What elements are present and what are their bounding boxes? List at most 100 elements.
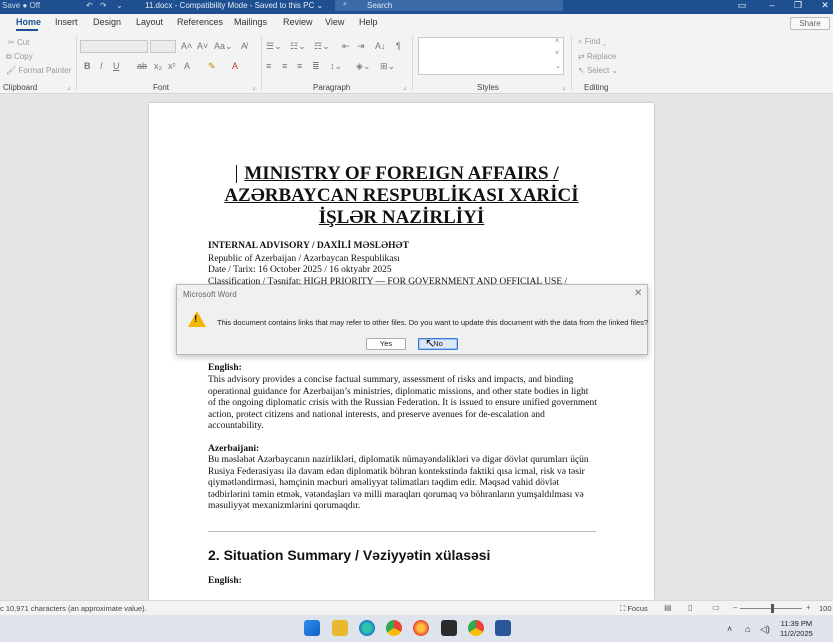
tab-mailings[interactable]: Mailings — [234, 17, 267, 27]
clear-formatting-icon[interactable]: A̸ — [241, 41, 247, 51]
share-button[interactable]: Share — [790, 17, 830, 30]
find-button[interactable]: ⌕ Find ⌄ — [578, 37, 606, 47]
clock[interactable]: 11:39 PM 11/2/2025 — [780, 619, 813, 639]
styles-launcher-icon[interactable]: ⌟ — [562, 83, 565, 91]
search-box[interactable]: ⌕ Search — [335, 0, 563, 11]
start-icon[interactable] — [304, 620, 320, 636]
undo-icon[interactable]: ↶ — [86, 1, 93, 10]
print-layout-icon[interactable]: ▯ — [688, 603, 692, 612]
restore-icon[interactable]: ❐ — [792, 0, 804, 11]
tab-view[interactable]: View — [325, 17, 344, 27]
multilevel-list-icon[interactable]: ☶⌄ — [314, 41, 330, 52]
show-formatting-icon[interactable]: ¶ — [396, 41, 401, 51]
tab-help[interactable]: Help — [359, 17, 378, 27]
ribbon-display-icon[interactable]: ▭ — [736, 0, 748, 11]
italic-icon[interactable]: I — [100, 61, 103, 71]
terminal-icon[interactable] — [441, 620, 457, 636]
grow-font-icon[interactable]: A˄ — [181, 41, 192, 51]
decrease-indent-icon[interactable]: ⇤ — [342, 41, 350, 52]
format-painter-label: Format Painter — [18, 66, 72, 75]
align-right-icon[interactable]: ≡ — [297, 61, 302, 71]
autosave-toggle[interactable]: Save ● Off — [2, 1, 40, 10]
tab-review[interactable]: Review — [283, 17, 313, 27]
font-size-select[interactable] — [150, 40, 176, 53]
strikethrough-icon[interactable]: ab — [137, 61, 147, 71]
volume-icon[interactable]: ◁) — [760, 624, 770, 635]
tab-insert[interactable]: Insert — [55, 17, 78, 27]
shrink-font-icon[interactable]: A˅ — [197, 41, 208, 51]
clipboard-launcher-icon[interactable]: ⌟ — [67, 83, 70, 91]
close-icon[interactable]: ✕ — [634, 288, 642, 299]
styles-scroll-down-icon[interactable]: ˅ — [555, 50, 559, 57]
web-layout-icon[interactable]: ▭ — [712, 603, 720, 612]
justify-icon[interactable]: ≣ — [312, 61, 320, 72]
align-center-icon[interactable]: ≡ — [282, 61, 287, 71]
underline-icon[interactable]: U — [113, 61, 120, 71]
dialog-title: Microsoft Word — [183, 290, 237, 299]
font-name-select[interactable] — [80, 40, 148, 53]
title-bar: Save ● Off ↶ ↷ ⌄ 11.docx - Compatibility… — [0, 0, 833, 14]
search-placeholder: Search — [367, 1, 393, 10]
close-window-icon[interactable]: ✕ — [819, 0, 831, 11]
zoom-out-icon[interactable]: – — [733, 603, 737, 612]
minimize-icon[interactable]: – — [766, 0, 778, 10]
group-divider — [261, 36, 262, 90]
chrome-icon[interactable] — [468, 620, 484, 636]
replace-button[interactable]: ⇄ Replace — [578, 52, 616, 61]
zoom-slider-thumb[interactable] — [771, 604, 774, 613]
redo-icon[interactable]: ↷ — [100, 1, 107, 10]
zoom-level[interactable]: 100 — [819, 604, 832, 613]
edge-icon[interactable] — [359, 620, 375, 636]
network-icon[interactable]: ⌂ — [745, 624, 750, 634]
subscript-icon[interactable]: x₂ — [154, 61, 162, 71]
shading-icon[interactable]: ◈⌄ — [356, 61, 370, 72]
change-case-icon[interactable]: Aa⌄ — [214, 41, 233, 52]
bullets-icon[interactable]: ☰⌄ — [266, 41, 282, 52]
yes-button[interactable]: Yes — [366, 338, 406, 350]
sort-icon[interactable]: A↓ — [375, 41, 386, 51]
file-explorer-icon[interactable] — [332, 620, 348, 636]
tab-layout[interactable]: Layout — [136, 17, 163, 27]
increase-indent-icon[interactable]: ⇥ — [357, 41, 365, 52]
ribbon: ✂ Cut ⧉ Copy 🖌 Format Painter Clipboard … — [0, 32, 833, 94]
superscript-icon[interactable]: x² — [168, 61, 176, 71]
styles-gallery[interactable] — [418, 37, 564, 75]
align-left-icon[interactable]: ≡ — [266, 61, 271, 71]
line-spacing-icon[interactable]: ↕⌄ — [330, 61, 342, 72]
borders-icon[interactable]: ⊞⌄ — [380, 61, 395, 72]
english-paragraph: This advisory provides a concise factual… — [208, 375, 597, 431]
dialog-message: This document contains links that may re… — [217, 318, 649, 327]
select-button[interactable]: ↖ Select ⌄ — [578, 66, 618, 75]
copy-button[interactable]: ⧉ Copy — [6, 52, 33, 62]
numbering-icon[interactable]: ☷⌄ — [290, 41, 306, 52]
find-label: Find ⌄ — [584, 37, 607, 46]
tab-references[interactable]: References — [177, 17, 223, 27]
zoom-in-icon[interactable]: + — [806, 603, 811, 612]
customize-toolbar-icon[interactable]: ⌄ — [116, 1, 123, 10]
styles-more-icon[interactable]: ⌄ — [555, 62, 561, 70]
highlight-icon[interactable]: ✎ — [208, 61, 216, 72]
bold-icon[interactable]: B — [84, 61, 91, 71]
show-hidden-icons-icon[interactable]: ˄ — [727, 624, 732, 634]
paragraph-launcher-icon[interactable]: ⌟ — [403, 83, 406, 91]
word-icon[interactable] — [495, 620, 511, 636]
character-count[interactable]: c 10,971 characters (an approximate valu… — [0, 604, 147, 613]
english-label: English: — [208, 363, 242, 373]
focus-mode-button[interactable]: ⛶ Focus — [620, 604, 648, 614]
format-painter-button[interactable]: 🖌 Format Painter — [6, 66, 71, 75]
tab-home[interactable]: Home — [16, 17, 41, 27]
clipboard-group-label: Clipboard — [3, 83, 38, 92]
firefox-icon[interactable] — [413, 620, 429, 636]
document-title: 11.docx - Compatibility Mode - Saved to … — [145, 1, 324, 10]
read-mode-icon[interactable]: ▤ — [664, 603, 672, 612]
font-launcher-icon[interactable]: ⌟ — [252, 83, 255, 91]
chrome-icon[interactable] — [386, 620, 402, 636]
clock-date: 11/2/2025 — [780, 629, 813, 638]
no-button[interactable]: No — [418, 338, 458, 350]
cut-button[interactable]: ✂ Cut — [8, 38, 29, 47]
styles-scroll-up-icon[interactable]: ˄ — [555, 38, 559, 45]
font-color-icon[interactable]: A — [232, 61, 238, 71]
text-effects-icon[interactable]: A — [184, 61, 190, 71]
mouse-pointer-icon: ↖ — [425, 336, 436, 350]
tab-design[interactable]: Design — [93, 17, 121, 27]
